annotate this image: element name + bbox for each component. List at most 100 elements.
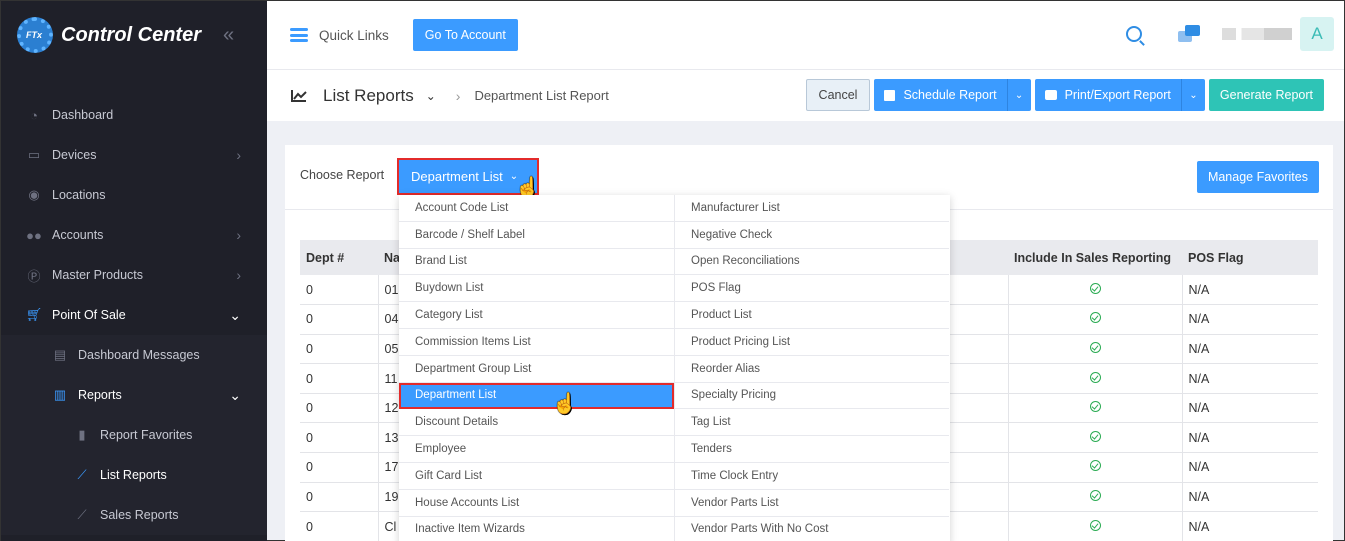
dropdown-option[interactable]: Product List bbox=[675, 302, 949, 329]
location-pin-icon: ◉ bbox=[28, 187, 40, 202]
dropdown-option[interactable]: Category List bbox=[399, 302, 674, 329]
sidebar-item-list-reports[interactable]: ⟋ List Reports bbox=[1, 455, 267, 495]
dept-number-cell: 0 bbox=[300, 304, 379, 335]
chat-icon[interactable] bbox=[1178, 25, 1200, 43]
check-circle-icon bbox=[1089, 401, 1101, 413]
dropdown-option[interactable]: POS Flag bbox=[675, 275, 949, 303]
dropdown-option[interactable]: Tenders bbox=[675, 436, 949, 463]
dept-number-cell: 0 bbox=[300, 452, 379, 483]
include-in-sales-cell bbox=[1008, 422, 1183, 454]
dropdown-option[interactable]: House Accounts List bbox=[399, 490, 674, 517]
check-circle-icon bbox=[1089, 489, 1101, 501]
dropdown-option[interactable]: Tag List bbox=[675, 409, 949, 437]
hand-cursor-icon: ☝ bbox=[552, 393, 577, 415]
dept-number-cell: 0 bbox=[300, 334, 379, 365]
topbar: Quick Links Go To Account A bbox=[267, 1, 1344, 69]
sidebar: FTx Control Center « ◔ Dashboard ▭ Devic… bbox=[1, 1, 267, 541]
double-chevron-left-icon[interactable]: « bbox=[223, 24, 234, 47]
bar-chart-icon: ▥ bbox=[53, 387, 67, 402]
sidebar-item-locations[interactable]: ◉ Locations bbox=[1, 175, 267, 215]
go-to-account-button[interactable]: Go To Account bbox=[412, 19, 518, 51]
logo-text: FTx bbox=[26, 30, 43, 40]
chevron-right-icon: › bbox=[236, 267, 241, 283]
avatar[interactable]: A bbox=[1300, 17, 1334, 51]
dropdown-option[interactable]: Employee bbox=[399, 436, 674, 463]
chevron-down-icon: ⌄ bbox=[229, 306, 241, 323]
column-header[interactable]: POS Flag bbox=[1182, 240, 1318, 275]
dropdown-option[interactable]: Commission Items List bbox=[399, 329, 674, 356]
dropdown-option[interactable]: Gift Card List bbox=[399, 463, 674, 490]
dropdown-option[interactable]: Vendor Parts With No Cost bbox=[675, 517, 949, 541]
pos-flag-cell: N/A bbox=[1182, 275, 1318, 306]
dept-number-cell: 0 bbox=[300, 482, 379, 513]
dropdown-option[interactable]: Vendor Parts List bbox=[675, 490, 949, 517]
dropdown-option[interactable]: Specialty Pricing bbox=[675, 383, 949, 410]
line-chart-icon bbox=[291, 89, 307, 102]
report-select-value: Department List bbox=[411, 169, 503, 184]
page-title[interactable]: List Reports bbox=[323, 86, 414, 106]
manage-favorites-button[interactable]: Manage Favorites bbox=[1196, 161, 1319, 193]
pos-flag-cell: N/A bbox=[1182, 304, 1318, 335]
chevron-down-icon[interactable]: ⌄ bbox=[1006, 79, 1031, 111]
search-icon[interactable] bbox=[1126, 26, 1142, 42]
generate-report-button[interactable]: Generate Report bbox=[1208, 79, 1324, 111]
print-export-button[interactable]: Print/Export Report ⌄ bbox=[1034, 79, 1205, 111]
dropdown-option[interactable]: Manufacturer List bbox=[675, 195, 949, 222]
line-chart-icon: ⟋ bbox=[77, 507, 87, 522]
dropdown-option[interactable]: Department List bbox=[399, 382, 674, 410]
dropdown-column: Account Code List Barcode / Shelf Label Br… bbox=[399, 195, 674, 541]
schedule-report-button[interactable]: Schedule Report ⌄ bbox=[874, 79, 1031, 111]
dropdown-option[interactable]: Department Group List bbox=[399, 356, 674, 383]
report-dropdown-menu: Account Code List Barcode / Shelf Label Br… bbox=[399, 195, 950, 541]
dropdown-option[interactable]: Barcode / Shelf Label bbox=[399, 222, 674, 249]
dropdown-option[interactable]: Inactive Item Wizards bbox=[399, 517, 674, 541]
sidebar-item-report-favorites[interactable]: ▮ Report Favorites bbox=[1, 415, 267, 455]
hamburger-menu-icon[interactable] bbox=[290, 28, 308, 42]
user-name-blurred[interactable] bbox=[1222, 28, 1292, 40]
sidebar-item-point-of-sale[interactable]: 🛒︎ Point Of Sale ⌄ bbox=[1, 295, 267, 335]
pos-flag-cell: N/A bbox=[1182, 393, 1318, 424]
include-in-sales-cell bbox=[1008, 334, 1183, 365]
dropdown-option[interactable]: Time Clock Entry bbox=[675, 463, 949, 490]
sidebar-item-dashboard[interactable]: ◔ Dashboard bbox=[1, 95, 267, 135]
include-in-sales-cell bbox=[1008, 363, 1183, 394]
dept-number-cell: 0 bbox=[300, 511, 379, 541]
cart-icon: 🛒︎ bbox=[25, 307, 43, 322]
quick-links[interactable]: Quick Links bbox=[319, 28, 389, 43]
include-in-sales-cell bbox=[1008, 511, 1183, 541]
sidebar-item-label: Point Of Sale bbox=[52, 308, 126, 322]
dropdown-option[interactable]: Buydown List bbox=[399, 275, 674, 303]
include-in-sales-cell bbox=[1008, 304, 1183, 335]
page-header: List Reports ⌄ › Department List Report … bbox=[267, 69, 1344, 121]
check-circle-icon bbox=[1089, 312, 1101, 324]
column-header[interactable]: Dept # bbox=[300, 240, 378, 275]
dropdown-option[interactable]: Account Code List bbox=[399, 195, 674, 222]
sidebar-item-sales-reports[interactable]: ⟋ Sales Reports bbox=[1, 495, 267, 535]
ftx-logo[interactable]: FTx bbox=[17, 17, 57, 53]
sidebar-item-reports[interactable]: ▥ Reports ⌄ bbox=[1, 375, 267, 415]
dropdown-option[interactable]: Open Reconciliations bbox=[675, 249, 949, 276]
sidebar-item-label: Master Products bbox=[52, 268, 144, 282]
sidebar-item-dashboard-messages[interactable]: ▤ Dashboard Messages bbox=[1, 335, 267, 375]
dropdown-option[interactable]: Discount Details bbox=[399, 409, 674, 437]
topbar-right: A bbox=[1126, 17, 1334, 51]
chevron-down-icon[interactable]: ⌄ bbox=[426, 89, 436, 103]
sidebar-item-accounts[interactable]: ●● Accounts › bbox=[1, 215, 267, 255]
printer-icon bbox=[1044, 90, 1057, 100]
chevron-down-icon[interactable]: ⌄ bbox=[1180, 79, 1205, 111]
chevron-right-icon: › bbox=[455, 87, 461, 104]
check-circle-icon bbox=[1089, 519, 1101, 531]
print-export-label: Print/Export Report bbox=[1064, 88, 1171, 102]
dropdown-column: Manufacturer List Negative Check Open Reco… bbox=[674, 195, 949, 541]
dropdown-option[interactable]: Brand List bbox=[399, 249, 674, 276]
product-icon: Ⓟ bbox=[27, 268, 41, 284]
chevron-right-icon: › bbox=[236, 147, 241, 163]
sidebar-item-devices[interactable]: ▭ Devices › bbox=[1, 135, 267, 175]
sidebar-item-master-products[interactable]: Ⓟ Master Products › bbox=[1, 255, 267, 295]
dropdown-option[interactable]: Reorder Alias bbox=[675, 356, 949, 383]
dropdown-option[interactable]: Product Pricing List bbox=[675, 329, 949, 356]
column-header[interactable]: Include In Sales Reporting bbox=[1008, 240, 1182, 275]
dropdown-option[interactable]: Negative Check bbox=[675, 222, 949, 249]
cancel-button[interactable]: Cancel bbox=[805, 79, 871, 111]
dept-number-cell: 0 bbox=[300, 363, 379, 394]
